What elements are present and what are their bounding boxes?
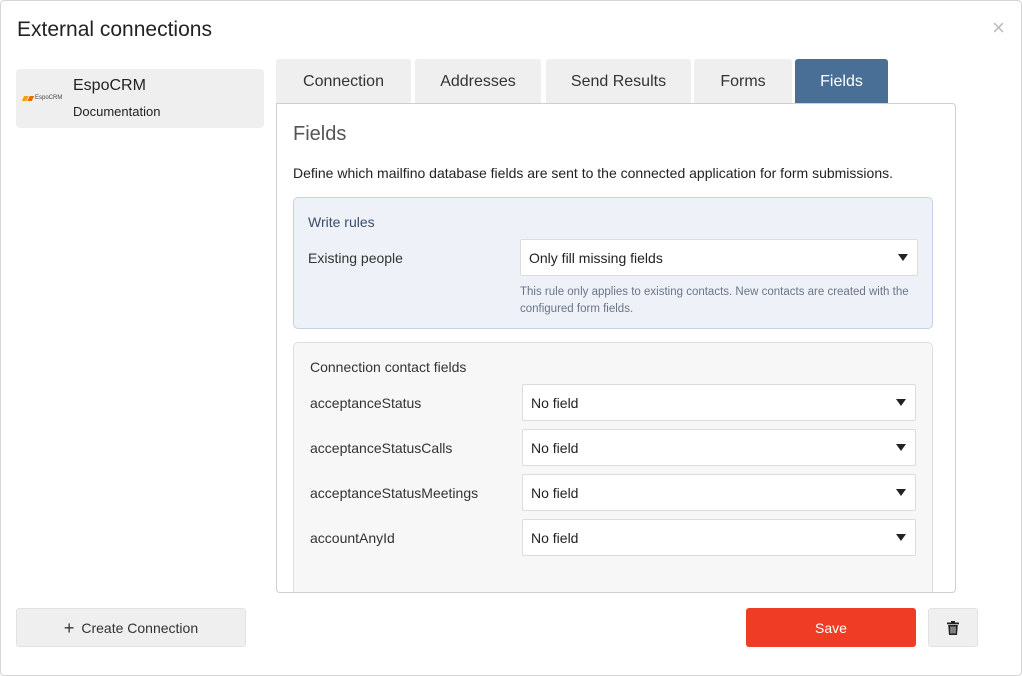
existing-people-select[interactable]: Only fill missing fields — [520, 239, 918, 276]
field-mapping-select[interactable]: No field — [522, 474, 916, 511]
write-rules-section: Write rules Existing people Only fill mi… — [293, 197, 933, 329]
field-mapping-select[interactable]: No field — [522, 429, 916, 466]
save-button[interactable]: Save — [746, 608, 916, 647]
plus-icon: + — [63, 617, 75, 638]
tab-send-results[interactable]: Send Results — [546, 59, 691, 104]
chevron-down-icon — [896, 444, 906, 451]
tab-fields[interactable]: Fields — [795, 59, 888, 104]
chevron-down-icon — [898, 254, 908, 261]
field-row-label: accountAnyId — [310, 530, 395, 546]
connection-item-espocrm[interactable]: EspoCRM EspoCRM Documentation — [16, 69, 264, 128]
write-rules-title: Write rules — [308, 214, 375, 230]
trash-icon — [947, 620, 959, 635]
contact-fields-section: Connection contact fields acceptanceStat… — [293, 342, 933, 592]
chevron-down-icon — [896, 489, 906, 496]
connection-name: EspoCRM — [73, 77, 146, 94]
existing-people-label: Existing people — [308, 250, 403, 266]
field-mapping-value: No field — [531, 484, 579, 501]
tab-addresses[interactable]: Addresses — [415, 59, 541, 104]
field-mapping-select[interactable]: No field — [522, 519, 916, 556]
field-row-label: acceptanceStatusCalls — [310, 440, 453, 456]
delete-button[interactable] — [928, 608, 978, 647]
chevron-down-icon — [896, 534, 906, 541]
write-rules-hint: This rule only applies to existing conta… — [520, 286, 909, 315]
field-row-label: acceptanceStatus — [310, 395, 422, 411]
existing-people-value: Only fill missing fields — [529, 249, 663, 266]
external-connections-dialog: External connections × EspoCRM EspoCRM D… — [0, 0, 1022, 676]
espocrm-logo: EspoCRM — [21, 92, 64, 104]
field-mapping-select[interactable]: No field — [522, 384, 916, 421]
field-mapping-value: No field — [531, 394, 579, 411]
documentation-link[interactable]: Documentation — [73, 104, 160, 119]
contact-fields-title: Connection contact fields — [310, 359, 467, 375]
field-row-label: acceptanceStatusMeetings — [310, 485, 479, 501]
field-mapping-value: No field — [531, 439, 579, 456]
chevron-down-icon — [896, 399, 906, 406]
create-connection-label: Create Connection — [81, 619, 199, 636]
tab-forms[interactable]: Forms — [694, 59, 792, 104]
create-connection-button[interactable]: + Create Connection — [16, 608, 246, 647]
field-mapping-value: No field — [531, 529, 579, 546]
panel-description: Define which mailfino database fields ar… — [293, 165, 893, 181]
tab-connection[interactable]: Connection — [276, 59, 411, 104]
close-icon[interactable]: × — [992, 17, 1005, 39]
panel-title: Fields — [293, 123, 347, 145]
dialog-title: External connections — [17, 18, 212, 41]
fields-panel: Fields Define which mailfino database fi… — [276, 103, 956, 593]
